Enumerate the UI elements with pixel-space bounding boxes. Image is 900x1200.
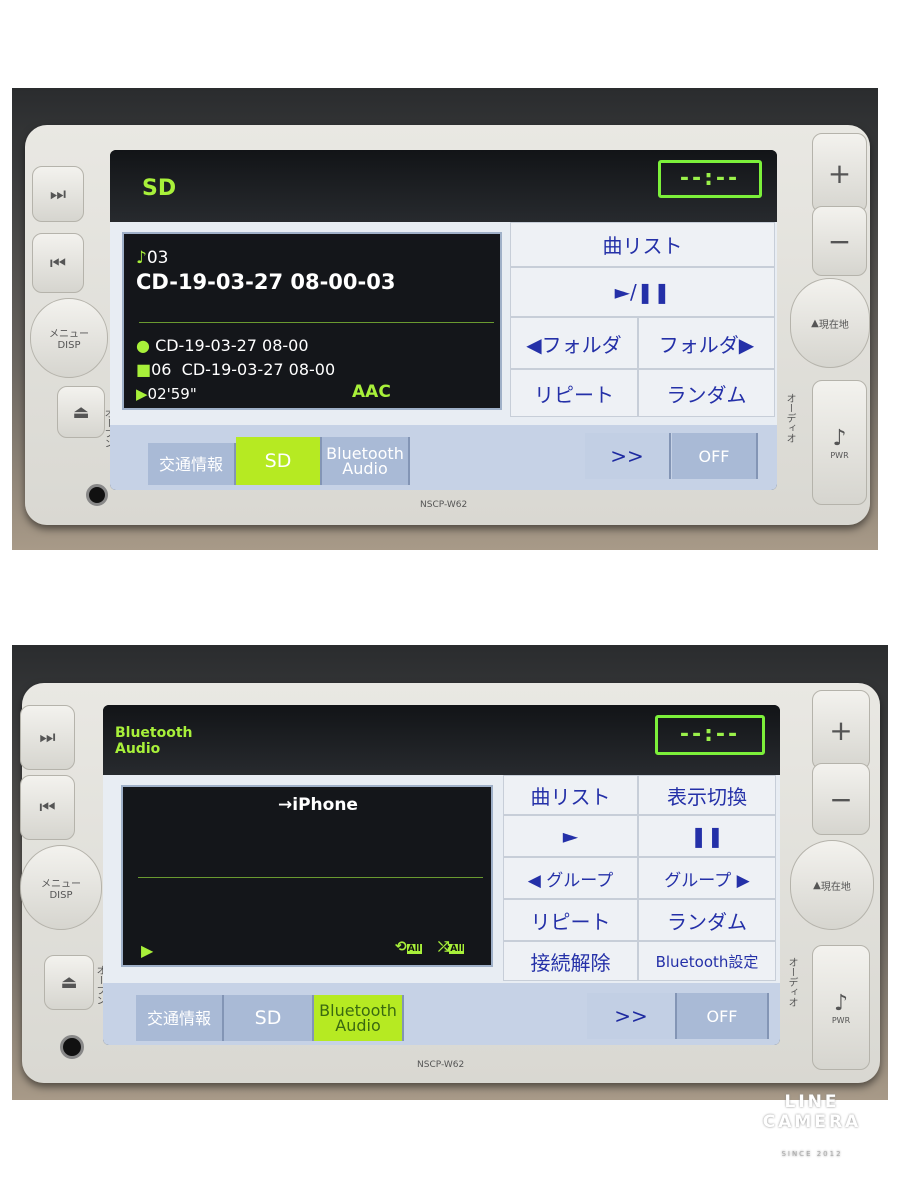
model-label: NSCP-W62 — [417, 1060, 465, 1070]
pause-button[interactable]: ❚❚ — [638, 815, 776, 857]
prev-folder-button[interactable]: ◀フォルダ — [510, 317, 638, 369]
artist-name: CD-19-03-27 08-00 — [155, 336, 309, 355]
audio-label: オーディオ — [786, 957, 797, 1007]
track-title: CD-19-03-27 08-00-03 — [136, 270, 396, 294]
display-switch-button[interactable]: 表示切換 — [638, 775, 776, 815]
content-area: ♪03 CD-19-03-27 08-00-03 ● CD-19-03-27 0… — [110, 222, 777, 425]
audio-label: オーディオ — [784, 393, 795, 443]
prev-track-button[interactable]: ⏮ — [32, 233, 84, 293]
audio-power-button[interactable]: ♪ PWR — [812, 945, 870, 1070]
more-button[interactable]: >> — [587, 993, 677, 1039]
volume-up-button[interactable]: + — [812, 690, 870, 770]
bottom-screen: Bluetooth Audio --:-- →iPhone ▶ ⟲All ⤮Al… — [103, 705, 780, 1045]
prev-group-button[interactable]: ◀ グループ — [503, 857, 638, 899]
eject-button[interactable]: ⏏ — [44, 955, 94, 1010]
tab-traffic-info[interactable]: 交通情報 — [136, 995, 224, 1041]
tab-bluetooth-audio[interactable]: Bluetooth Audio — [322, 437, 410, 485]
tab-sd[interactable]: SD — [236, 437, 322, 485]
disconnect-button[interactable]: 接続解除 — [503, 941, 638, 981]
volume-up-button[interactable]: + — [812, 133, 867, 213]
aux-jack[interactable] — [86, 484, 108, 506]
divider — [138, 877, 483, 878]
volume-down-button[interactable]: − — [812, 763, 870, 835]
off-button[interactable]: OFF — [677, 993, 769, 1039]
source-tab-bar: 交通情報 SD Bluetooth Audio >> OFF — [110, 425, 777, 490]
folder-name: CD-19-03-27 08-00 — [181, 360, 336, 379]
aux-jack[interactable] — [60, 1035, 84, 1059]
play-button[interactable]: ► — [503, 815, 638, 857]
folder-icon: ■ — [136, 360, 152, 379]
menu-button[interactable]: メニュー DISP — [20, 845, 102, 930]
song-list-button[interactable]: 曲リスト — [510, 222, 775, 267]
source-tab-bar: 交通情報 SD Bluetooth Audio >> OFF — [103, 983, 780, 1045]
divider — [139, 322, 494, 323]
artist-icon: ● — [136, 336, 150, 355]
track-number: 03 — [146, 248, 169, 268]
tab-traffic-info[interactable]: 交通情報 — [148, 443, 236, 485]
play-status-icon: ▶ — [136, 385, 148, 403]
more-button[interactable]: >> — [585, 433, 671, 479]
current-location-button[interactable]: ▲ 現在地 — [790, 278, 870, 368]
off-button[interactable]: OFF — [672, 433, 758, 479]
next-group-button[interactable]: グループ ▶ — [638, 857, 776, 899]
source-title: Bluetooth Audio — [115, 725, 193, 757]
next-track-button[interactable]: ⏭ — [32, 166, 84, 222]
codec-label: AAC — [352, 382, 391, 402]
clock-display: --:-- — [658, 160, 762, 198]
next-folder-button[interactable]: フォルダ▶ — [638, 317, 775, 369]
audio-power-button[interactable]: ♪ PWR — [812, 380, 867, 505]
random-button[interactable]: ランダム — [638, 899, 776, 941]
header-bar: SD --:-- — [110, 150, 777, 222]
bottom-photo: ⏭ ⏮ メニュー DISP ⏏ オープン + − ▲ 現在地 ♪ PWR オーディオ… — [12, 645, 888, 1100]
repeat-all-indicator: ⟲All — [395, 939, 422, 955]
folder-number: 06 — [151, 360, 172, 379]
elapsed-time: 02'59" — [147, 385, 197, 403]
prev-track-button[interactable]: ⏮ — [20, 775, 75, 840]
random-button[interactable]: ランダム — [638, 369, 775, 417]
menu-button[interactable]: メニュー DISP — [30, 298, 108, 378]
model-label: NSCP-W62 — [420, 500, 468, 510]
play-pause-button[interactable]: ►/❚❚ — [510, 267, 775, 317]
clock-display: --:-- — [655, 715, 765, 755]
device-info-panel: →iPhone ▶ ⟲All ⤮All — [121, 785, 493, 967]
repeat-button[interactable]: リピート — [510, 369, 638, 417]
source-title: SD — [142, 176, 177, 201]
line-camera-watermark: LINE CAMERA SINCE 2012 — [762, 1092, 862, 1158]
connected-device-name: →iPhone — [278, 795, 358, 815]
bluetooth-settings-button[interactable]: Bluetooth設定 — [638, 941, 776, 981]
tab-sd[interactable]: SD — [224, 995, 314, 1041]
repeat-button[interactable]: リピート — [503, 899, 638, 941]
music-note-icon: ♪ — [136, 248, 147, 268]
top-photo: ⏭ ⏮ メニュー DISP ⏏ オープン + − ▲ 現在地 ♪ PWR オーディオ… — [12, 88, 878, 550]
current-location-button[interactable]: ▲ 現在地 — [790, 840, 874, 930]
header-bar: Bluetooth Audio --:-- — [103, 705, 780, 775]
shuffle-all-indicator: ⤮All — [438, 939, 465, 955]
next-track-button[interactable]: ⏭ — [20, 705, 75, 770]
track-info-panel: ♪03 CD-19-03-27 08-00-03 ● CD-19-03-27 0… — [122, 232, 502, 410]
top-screen: SD --:-- ♪03 CD-19-03-27 08-00-03 ● CD-1… — [110, 150, 777, 490]
eject-button[interactable]: ⏏ — [57, 386, 105, 438]
play-status-icon: ▶ — [141, 941, 154, 960]
song-list-button[interactable]: 曲リスト — [503, 775, 638, 815]
tab-bluetooth-audio[interactable]: Bluetooth Audio — [314, 995, 404, 1041]
volume-down-button[interactable]: − — [812, 206, 867, 276]
content-area: →iPhone ▶ ⟲All ⤮All 曲リスト 表示切換 ► ❚❚ ◀ グルー… — [103, 775, 780, 983]
